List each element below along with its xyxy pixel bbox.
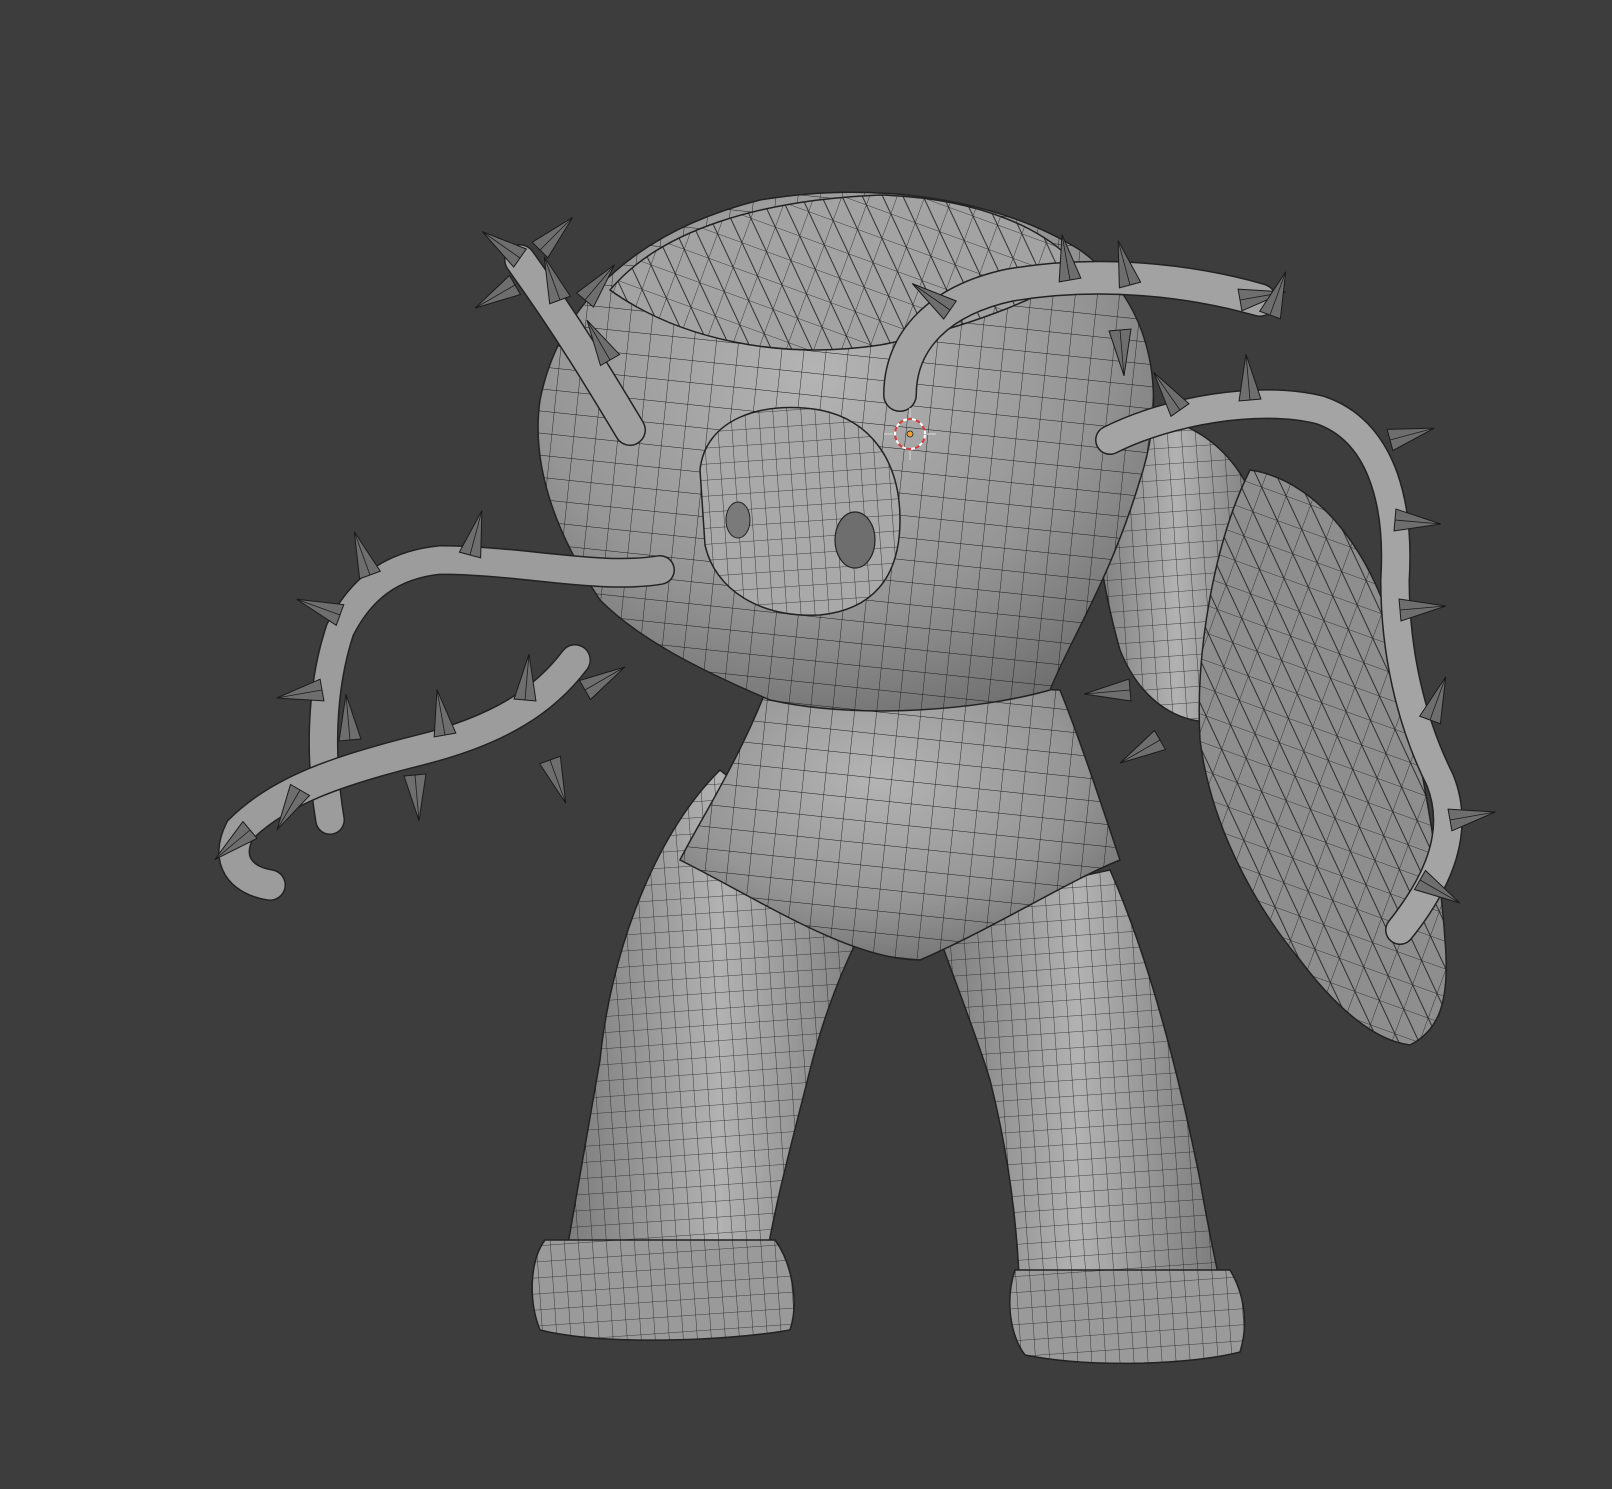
left-foot[interactable] bbox=[531, 1239, 795, 1341]
right-leg[interactable] bbox=[929, 869, 1226, 1321]
nostril-right bbox=[834, 511, 876, 569]
head-snout[interactable] bbox=[699, 406, 901, 616]
left-vine-arm[interactable] bbox=[207, 507, 675, 901]
viewport-canvas[interactable] bbox=[0, 0, 1612, 1489]
right-foot[interactable] bbox=[1009, 1269, 1246, 1365]
3d-viewport[interactable] bbox=[0, 0, 1612, 1489]
nostril-left bbox=[725, 501, 751, 539]
